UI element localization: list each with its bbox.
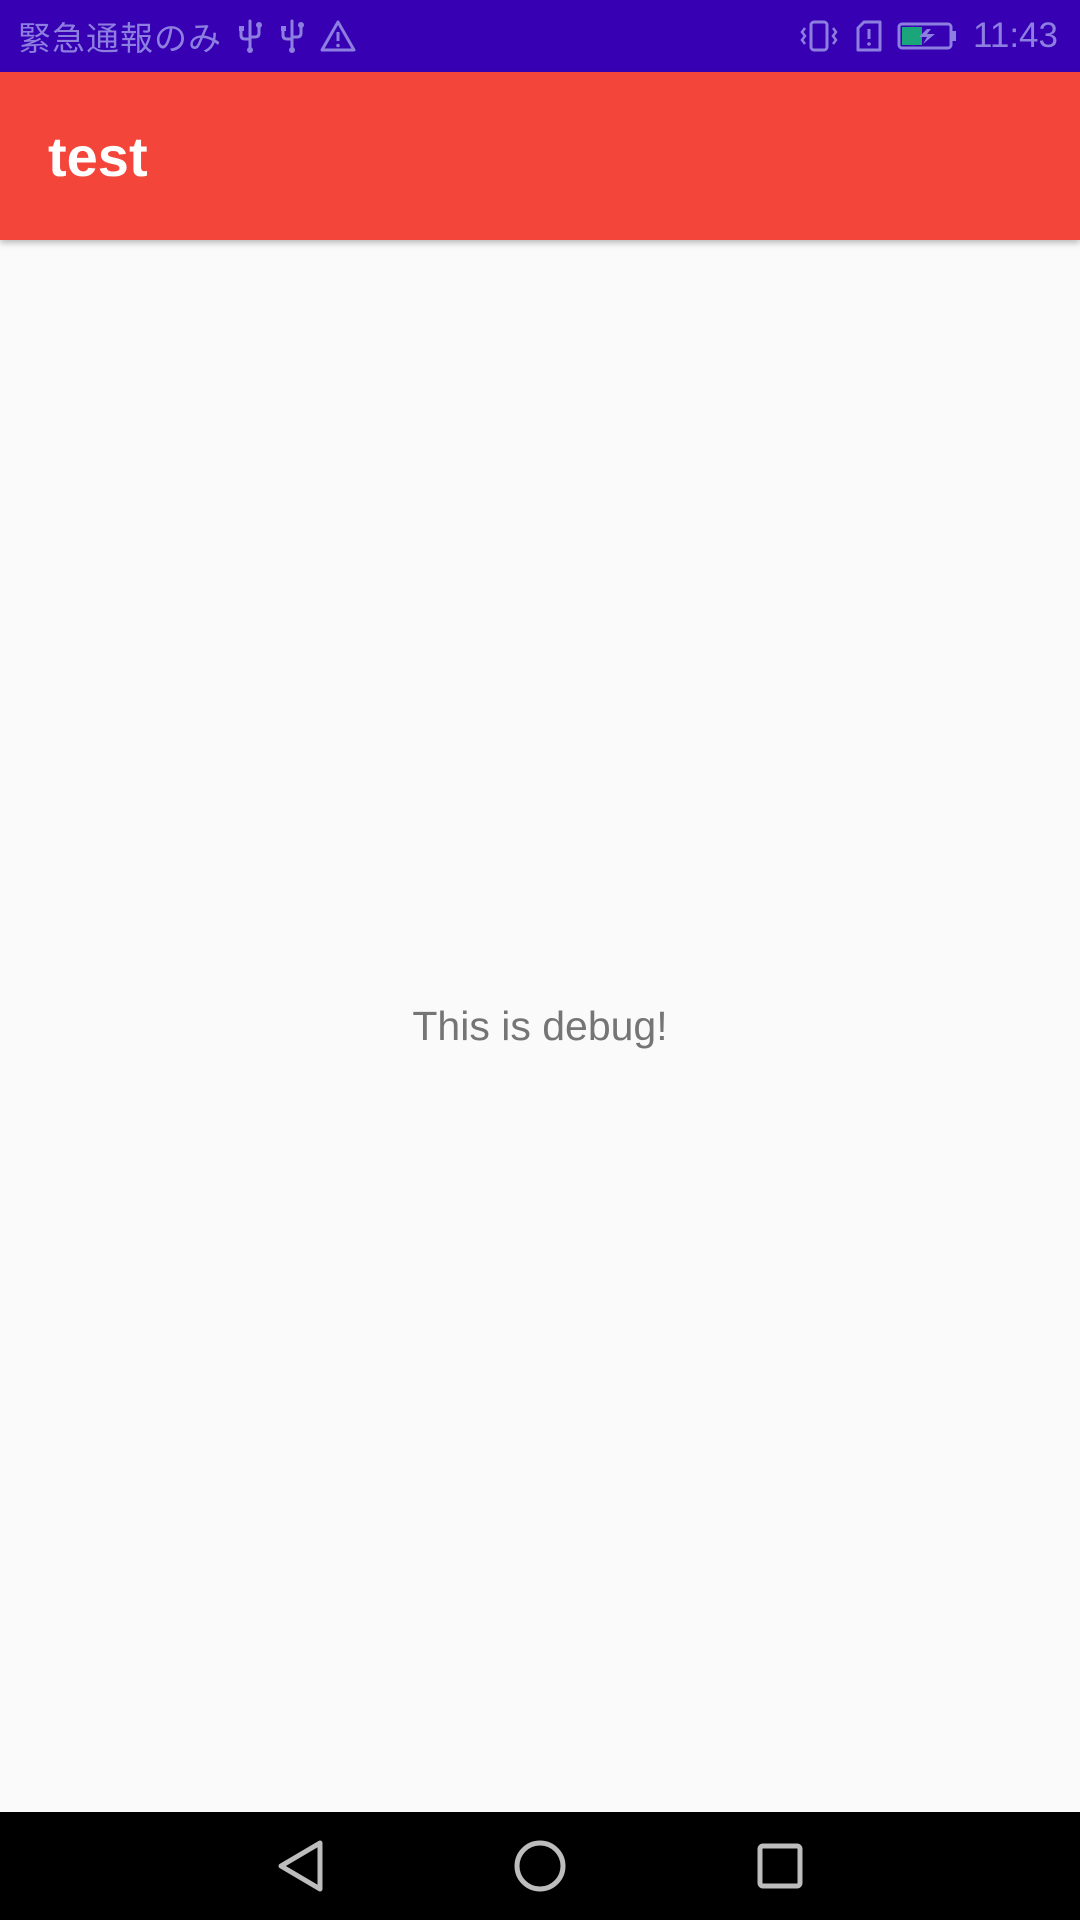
status-bar: 緊急通報のみ 11:43: [0, 0, 1080, 72]
app-title: test: [48, 124, 148, 188]
carrier-label: 緊急通報のみ: [18, 19, 222, 58]
main-content: This is debug!: [0, 240, 1080, 1812]
vibrate-icon: [797, 19, 841, 53]
debug-message: This is debug!: [412, 1002, 668, 1049]
navigation-bar: [0, 1812, 1080, 1920]
battery-charging-icon: [897, 21, 959, 51]
back-button[interactable]: [240, 1812, 360, 1920]
clock: 11:43: [973, 16, 1058, 55]
usb-icon: [278, 17, 306, 55]
recents-icon: [757, 1843, 803, 1889]
screen: 緊急通報のみ 11:43 test This is debug!: [0, 0, 1080, 1920]
status-right: 11:43: [797, 16, 1058, 56]
warning-icon: [320, 19, 356, 53]
home-button[interactable]: [480, 1812, 600, 1920]
recents-button[interactable]: [720, 1812, 840, 1920]
status-left: 緊急通報のみ: [18, 12, 356, 60]
app-bar: test: [0, 72, 1080, 240]
usb-icon: [236, 17, 264, 55]
sim-alert-icon: [855, 19, 883, 53]
home-icon: [514, 1840, 566, 1892]
back-icon: [278, 1840, 323, 1892]
